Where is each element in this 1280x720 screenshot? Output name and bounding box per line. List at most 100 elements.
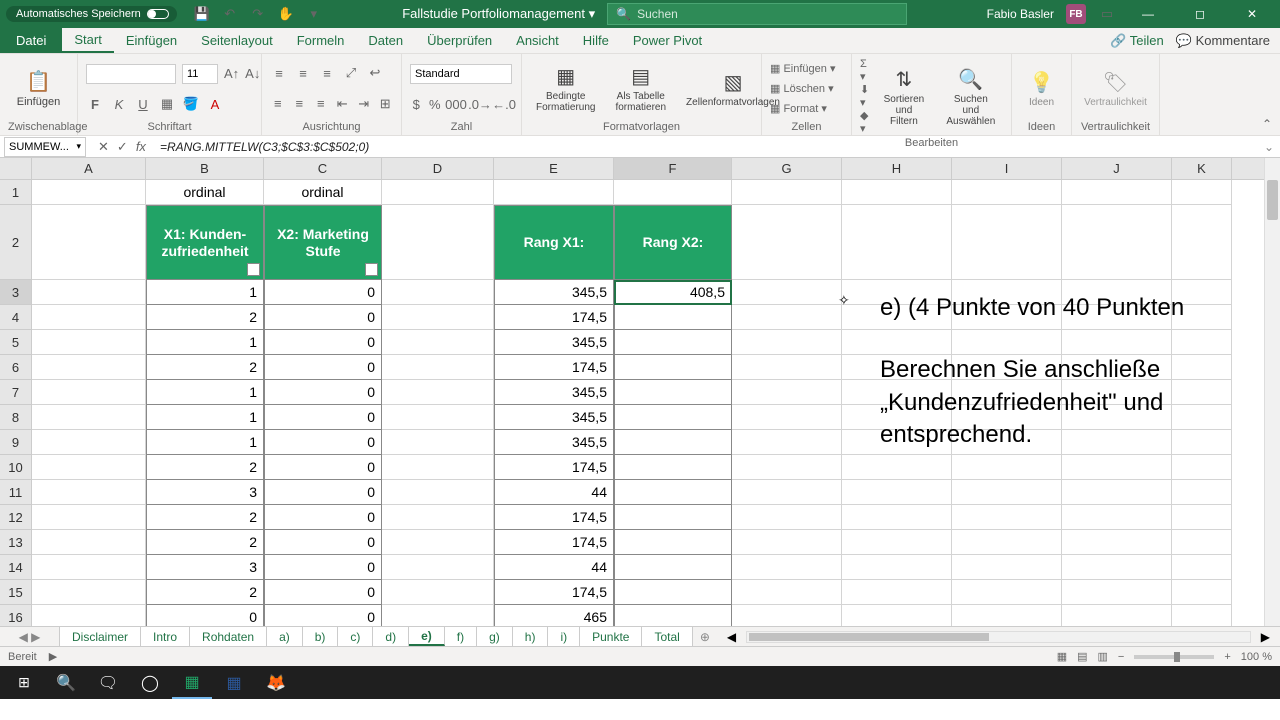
cell-C14[interactable]: 0 [264,555,382,580]
cell-J14[interactable] [1062,555,1172,580]
cell-A9[interactable] [32,430,146,455]
cell-B5[interactable]: 1 [146,330,264,355]
taskbar-app-1[interactable]: 🗨 [88,666,128,699]
cell-G12[interactable] [732,505,842,530]
cell-F3[interactable]: 408,5 [614,280,732,305]
autosum-button[interactable]: Σ ▾ [860,58,869,83]
tab-daten[interactable]: Daten [356,28,415,53]
align-right-icon[interactable]: ≡ [313,95,329,113]
tab-formeln[interactable]: Formeln [285,28,357,53]
align-middle-icon[interactable]: ≡ [294,64,312,82]
align-top-icon[interactable]: ≡ [270,64,288,82]
cell-A12[interactable] [32,505,146,530]
row-header-2[interactable]: 2 [0,205,32,280]
sheet-tab-rohdaten[interactable]: Rohdaten [190,627,267,646]
cell-K11[interactable] [1172,480,1232,505]
row-header-10[interactable]: 10 [0,455,32,480]
taskbar-word[interactable]: ▦ [214,666,254,699]
percent-icon[interactable]: % [429,95,442,113]
sheet-tab-h[interactable]: h) [513,627,549,646]
cell-E16[interactable]: 465 [494,605,614,626]
cell-D12[interactable] [382,505,494,530]
row-header-11[interactable]: 11 [0,480,32,505]
sheet-tab-c[interactable]: c) [338,627,373,646]
cells-format-button[interactable]: ▦ Format ▾ [770,102,843,115]
cell-B3[interactable]: 1 [146,280,264,305]
cell-G14[interactable] [732,555,842,580]
sheet-tab-punkte[interactable]: Punkte [580,627,642,646]
cell-H12[interactable] [842,505,952,530]
cell-D1[interactable] [382,180,494,205]
cell-C4[interactable]: 0 [264,305,382,330]
col-header-A[interactable]: A [32,158,146,179]
cell-C3[interactable]: 0 [264,280,382,305]
cell-A15[interactable] [32,580,146,605]
cell-I1[interactable] [952,180,1062,205]
font-size-select[interactable] [182,64,218,84]
cell-F13[interactable] [614,530,732,555]
cell-E13[interactable]: 174,5 [494,530,614,555]
row-header-7[interactable]: 7 [0,380,32,405]
cell-I10[interactable] [952,455,1062,480]
cell-H14[interactable] [842,555,952,580]
cell-B12[interactable]: 2 [146,505,264,530]
maximize-button[interactable]: ◻ [1180,0,1220,28]
comma-icon[interactable]: 000 [447,95,465,113]
qat-dropdown-icon[interactable]: ▾ [305,5,323,23]
filter-button-B[interactable]: ▾ [247,263,260,276]
ideas-button[interactable]: 💡Ideen [1020,70,1063,108]
cell-G7[interactable] [732,380,842,405]
cell-I12[interactable] [952,505,1062,530]
cell-A11[interactable] [32,480,146,505]
sheet-tab-b[interactable]: b) [303,627,339,646]
document-title[interactable]: Fallstudie Portfoliomanagement ▾ [402,6,595,22]
cell-B8[interactable]: 1 [146,405,264,430]
zoom-in-button[interactable]: + [1224,651,1230,663]
taskbar-firefox[interactable]: 🦊 [256,666,296,699]
increase-indent-icon[interactable]: ⇥ [356,95,372,113]
share-button[interactable]: 🔗 Teilen [1110,33,1164,49]
sheet-tab-e[interactable]: e) [409,627,445,646]
col-header-E[interactable]: E [494,158,614,179]
number-format-select[interactable] [410,64,512,84]
orientation-icon[interactable]: ⤢ [342,64,360,82]
cell-D4[interactable] [382,305,494,330]
hscroll-right-icon[interactable]: ▶ [1261,630,1270,644]
cell-C15[interactable]: 0 [264,580,382,605]
cell-D10[interactable] [382,455,494,480]
cell-F16[interactable] [614,605,732,626]
cell-I14[interactable] [952,555,1062,580]
cell-I11[interactable] [952,480,1062,505]
row-header-16[interactable]: 16 [0,605,32,626]
cell-B9[interactable]: 1 [146,430,264,455]
cell-F6[interactable] [614,355,732,380]
cell-D11[interactable] [382,480,494,505]
autosave-toggle[interactable]: Automatisches Speichern [6,6,177,22]
cell-F5[interactable] [614,330,732,355]
cell-F15[interactable] [614,580,732,605]
cell-F14[interactable] [614,555,732,580]
cell-F9[interactable] [614,430,732,455]
tab-einfügen[interactable]: Einfügen [114,28,189,53]
cell-F8[interactable] [614,405,732,430]
cell-F7[interactable] [614,380,732,405]
cell-K14[interactable] [1172,555,1232,580]
tab-power pivot[interactable]: Power Pivot [621,28,714,53]
cell-C1[interactable]: ordinal [264,180,382,205]
cell-G2[interactable] [732,205,842,280]
view-normal-icon[interactable]: ▦ [1057,650,1067,663]
cell-H10[interactable] [842,455,952,480]
cell-B7[interactable]: 1 [146,380,264,405]
col-header-G[interactable]: G [732,158,842,179]
tab-überprüfen[interactable]: Überprüfen [415,28,504,53]
cell-J16[interactable] [1062,605,1172,626]
touch-icon[interactable]: ✋ [277,5,295,23]
paste-button[interactable]: 📋Einfügen [8,69,69,108]
cell-K10[interactable] [1172,455,1232,480]
col-header-K[interactable]: K [1172,158,1232,179]
user-name[interactable]: Fabio Basler [987,7,1054,21]
cell-B4[interactable]: 2 [146,305,264,330]
cell-A16[interactable] [32,605,146,626]
sheet-tab-intro[interactable]: Intro [141,627,190,646]
row-header-1[interactable]: 1 [0,180,32,205]
